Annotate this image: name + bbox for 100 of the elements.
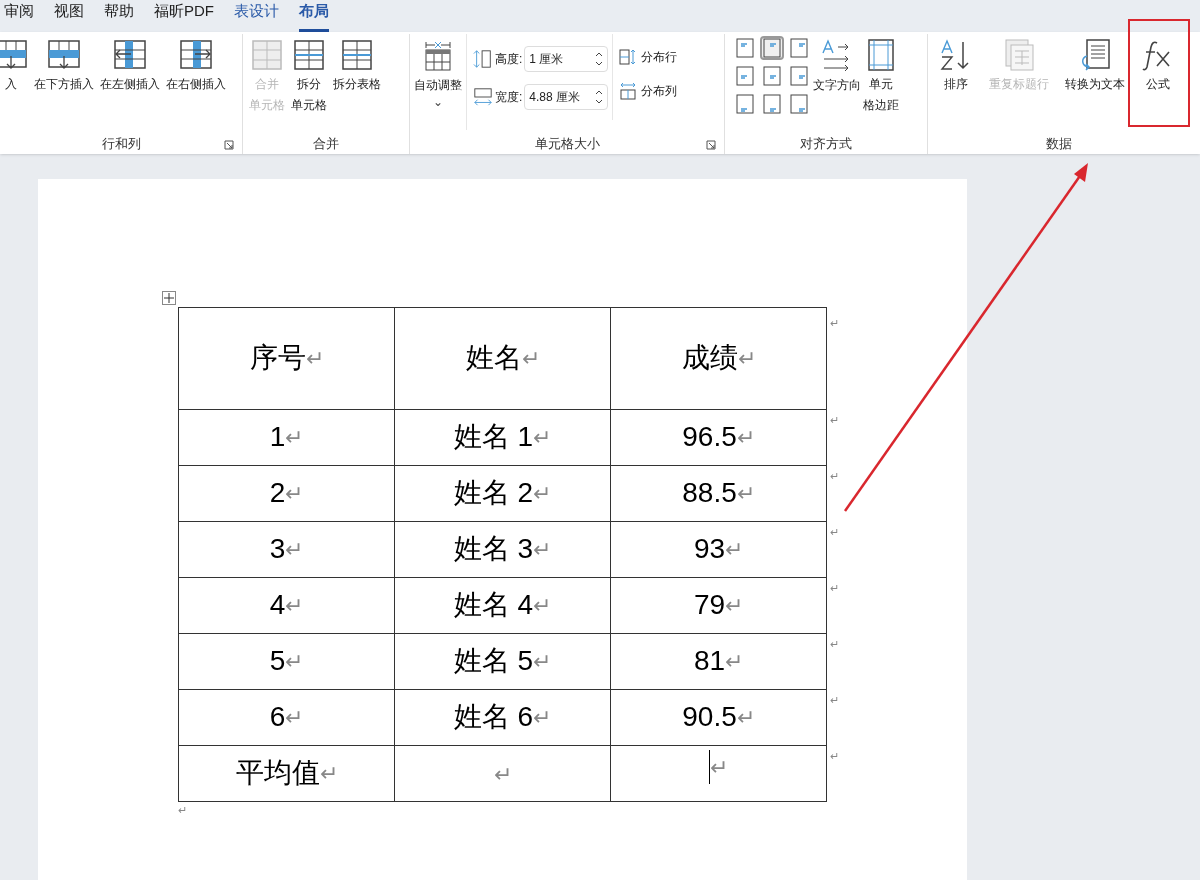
paragraph-mark: ↵ (533, 535, 552, 564)
text-direction-button[interactable]: 文字方向 (813, 33, 861, 130)
cell-text: 姓名 3 (453, 532, 534, 566)
paragraph-mark: ↵ (830, 413, 839, 426)
cell-text: 3 (269, 532, 286, 566)
paragraph-mark: ↵ (830, 316, 839, 329)
ribbon-button[interactable]: 在下方插入 (32, 33, 96, 130)
paragraph-mark: ↵ (285, 703, 304, 732)
spin-field[interactable]: 1 厘米 (524, 45, 609, 72)
ribbon-button[interactable]: 拆分表格 (331, 33, 383, 130)
cell-text: 姓名 2 (453, 476, 534, 510)
cell-text: 81 (693, 644, 726, 678)
alignment-button[interactable] (787, 91, 811, 116)
group-label: 合并 (313, 134, 339, 153)
paragraph-mark: ↵ (830, 637, 839, 650)
alignment-button[interactable] (787, 35, 811, 60)
column-width-icon (473, 85, 493, 108)
paragraph-mark: ↵ (830, 525, 839, 538)
paragraph-mark: ↵ (285, 647, 304, 676)
paragraph-mark: ↵ (305, 344, 324, 373)
paragraph-mark: ↵ (285, 591, 304, 620)
insert-column-icon (113, 37, 147, 72)
ribbon-button[interactable]: 公式 (1139, 33, 1177, 130)
menu-tab[interactable]: 福昕PDF (154, 0, 214, 32)
paragraph-mark: ↵ (710, 753, 728, 782)
paragraph-mark: ↵ (533, 591, 552, 620)
spin-field[interactable]: 4.88 厘米 (524, 83, 609, 110)
ribbon-button[interactable]: 在左侧插入 (98, 33, 162, 130)
insert-column-icon (179, 37, 213, 72)
distribute-rows-button[interactable]: 分布行 (619, 47, 678, 66)
distribute-columns-icon (619, 81, 638, 100)
autofit-button[interactable]: 自动调整 ⌄ (414, 33, 467, 130)
cell-text: 姓名 6 (453, 700, 534, 734)
distribute-columns-button[interactable]: 分布列 (619, 81, 678, 100)
alignment-button[interactable] (760, 63, 784, 88)
field-label: 宽度: (495, 88, 523, 106)
cell-text: 2 (269, 476, 286, 510)
split-cells-icon (292, 37, 326, 72)
alignment-button[interactable] (760, 91, 784, 116)
paragraph-mark: ↵ (725, 647, 744, 676)
menu-tab[interactable]: 表设计 (234, 0, 279, 32)
spin-arrows-icon[interactable] (595, 88, 604, 105)
cell-text: 姓名 1 (453, 420, 534, 454)
ribbon-button[interactable]: 入 (0, 33, 30, 130)
table-move-handle-icon[interactable] (162, 290, 176, 305)
paragraph-mark: ↵ (178, 803, 187, 816)
paragraph-mark: ↵ (830, 749, 839, 762)
ribbon-button[interactable]: 拆分 单元格 (289, 33, 329, 130)
ribbon-button[interactable]: 在右侧插入 (164, 33, 228, 130)
cell-margins-button[interactable]: 单元 格边距 (863, 33, 899, 130)
cell-text: 平均值 (235, 756, 320, 790)
alignment-button[interactable] (733, 35, 757, 60)
menu-tab[interactable]: 审阅 (4, 0, 34, 32)
paragraph-mark: ↵ (533, 479, 552, 508)
paragraph-mark: ↵ (533, 647, 552, 676)
paragraph-mark: ↵ (736, 423, 755, 452)
paragraph-mark: ↵ (533, 423, 552, 452)
repeat-header-icon (1002, 37, 1036, 72)
alignment-button[interactable] (760, 35, 784, 60)
split-cells-icon (340, 37, 374, 72)
paragraph-mark: ↵ (285, 479, 304, 508)
paragraph-mark: ↵ (725, 591, 744, 620)
ribbon-button[interactable]: 转换为文本 (1063, 33, 1127, 130)
ribbon-button[interactable]: 排序 (937, 33, 975, 130)
paragraph-mark: ↵ (830, 469, 839, 482)
paragraph-mark: ↵ (736, 703, 755, 732)
spin-arrows-icon[interactable] (595, 50, 604, 67)
dialog-launcher-icon[interactable] (706, 139, 716, 150)
paragraph-mark: ↵ (830, 693, 839, 706)
group-label: 行和列 (101, 134, 141, 153)
cell-text: 90.5 (682, 700, 737, 734)
cell-text: 成绩 (681, 341, 738, 375)
cell-text: 1 (269, 420, 286, 454)
paragraph-mark: ↵ (725, 535, 744, 564)
cell-text: 姓名 5 (453, 644, 534, 678)
paragraph-mark: ↵ (285, 535, 304, 564)
paragraph-mark: ↵ (830, 581, 839, 594)
group-label: 数据 (1046, 134, 1072, 153)
cell-text: 88.5 (682, 476, 737, 510)
paragraph-mark: ↵ (736, 479, 755, 508)
paragraph-mark: ↵ (493, 761, 512, 789)
cell-text: 姓名 4 (453, 588, 534, 622)
menu-tab[interactable]: 帮助 (104, 0, 134, 32)
cell-text: 4 (269, 588, 286, 622)
alignment-button[interactable] (733, 91, 757, 116)
cell-text: 序号 (249, 341, 306, 375)
dialog-launcher-icon[interactable] (224, 139, 234, 150)
paragraph-mark: ↵ (285, 423, 304, 452)
distribute-rows-icon (619, 47, 638, 66)
merge-cells-icon (250, 37, 284, 72)
alignment-button[interactable] (787, 63, 811, 88)
cell-text: 6 (269, 700, 286, 734)
paragraph-mark: ↵ (737, 344, 756, 373)
alignment-button[interactable] (733, 63, 757, 88)
menu-tab[interactable]: 视图 (54, 0, 84, 32)
cell-text: 5 (269, 644, 286, 678)
field-label: 高度: (495, 50, 523, 68)
paragraph-mark: ↵ (533, 703, 552, 732)
cell-text: 96.5 (682, 420, 737, 454)
group-label: 单元格大小 (534, 134, 600, 153)
